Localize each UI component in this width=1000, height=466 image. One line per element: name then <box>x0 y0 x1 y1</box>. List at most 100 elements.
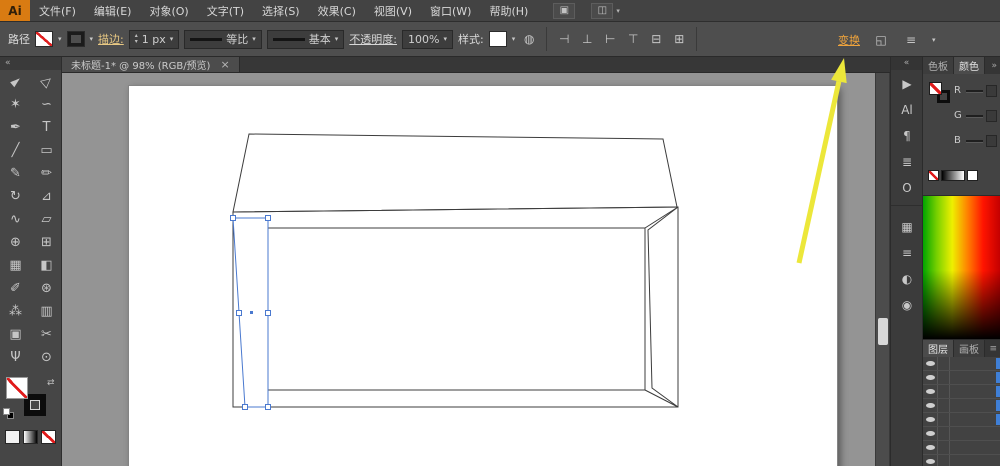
rectangle-tool[interactable]: ▭ <box>31 139 62 162</box>
pen-tool[interactable]: ✒ <box>0 116 31 139</box>
caret-icon[interactable]: ▾ <box>90 35 94 43</box>
free-transform-tool[interactable]: ▱ <box>31 208 62 231</box>
layer-row[interactable] <box>923 357 1000 371</box>
stroke-width-spinner[interactable]: ▴ ▾ <box>135 33 138 45</box>
caret-icon[interactable]: ▾ <box>443 35 447 43</box>
menu-edit[interactable]: 编辑(E) <box>85 0 141 21</box>
paintbrush-tool[interactable]: ✎ <box>0 162 31 185</box>
canvas-area[interactable] <box>62 73 875 466</box>
green-slider-track[interactable] <box>966 114 983 117</box>
green-value-field[interactable] <box>986 109 997 122</box>
grayscale-ramp[interactable] <box>941 170 965 181</box>
tab-artboards[interactable]: 画板 <box>954 340 985 357</box>
menu-select[interactable]: 选择(S) <box>253 0 309 21</box>
opacity-link[interactable]: 不透明度: <box>349 31 397 47</box>
document-grid-icon[interactable]: ▣ <box>553 2 576 19</box>
shape-builder-tool[interactable]: ⊕ <box>0 231 31 254</box>
visibility-toggle[interactable] <box>923 413 938 426</box>
envelope-right-flap[interactable] <box>647 206 679 408</box>
symbol-sprayer-tool[interactable]: ⁂ <box>0 300 31 323</box>
menu-type[interactable]: 文字(T) <box>198 0 253 21</box>
align-left-icon[interactable]: ⊣ <box>555 30 573 48</box>
pathfinder-panel-icon[interactable]: ≡ <box>891 241 923 265</box>
menu-effect[interactable]: 效果(C) <box>309 0 365 21</box>
handle-top-left[interactable] <box>230 215 236 221</box>
blue-slider[interactable]: B <box>954 128 997 153</box>
transparency-panel-icon[interactable]: ◐ <box>891 267 923 291</box>
zoom-tool[interactable]: ⊙ <box>31 346 62 369</box>
lock-toggle[interactable] <box>938 455 950 466</box>
layer-row[interactable] <box>923 399 1000 413</box>
layer-row[interactable] <box>923 385 1000 399</box>
tab-layers[interactable]: 图层 <box>923 340 954 357</box>
menu-view[interactable]: 视图(V) <box>365 0 421 21</box>
align-options-icon[interactable]: ⊞ <box>670 30 688 48</box>
eyedropper-tool[interactable]: ✐ <box>0 277 31 300</box>
recolor-artwork-icon[interactable]: ◍ <box>520 30 538 48</box>
align-top-icon[interactable]: ⊤ <box>624 30 642 48</box>
toolbar-collapse-icon[interactable]: « <box>0 57 61 70</box>
visibility-toggle[interactable] <box>923 385 938 398</box>
selection-handles[interactable] <box>230 215 271 410</box>
red-value-field[interactable] <box>986 84 997 97</box>
scale-tool[interactable]: ⊿ <box>31 185 62 208</box>
stroke-panel-link[interactable]: 描边: <box>98 31 124 47</box>
blend-tool[interactable]: ⊛ <box>31 277 62 300</box>
symbols-panel-icon[interactable]: O <box>891 176 923 200</box>
lock-toggle[interactable] <box>938 385 950 398</box>
menu-file[interactable]: 文件(F) <box>30 0 85 21</box>
visibility-toggle[interactable] <box>923 455 938 466</box>
visibility-toggle[interactable] <box>923 371 938 384</box>
collapse-panel-icon[interactable]: » <box>988 57 1000 74</box>
magic-wand-tool[interactable]: ✶ <box>0 93 31 116</box>
color-button[interactable] <box>5 430 20 444</box>
transform-link[interactable]: 变换 <box>838 32 860 48</box>
default-colors-icon[interactable] <box>3 408 15 420</box>
envelope-body[interactable] <box>232 206 679 408</box>
column-graph-tool[interactable]: ▥ <box>31 300 62 323</box>
caret-icon[interactable]: ▾ <box>932 36 936 44</box>
lock-toggle[interactable] <box>938 413 950 426</box>
selection-tool[interactable]: ► <box>0 70 31 93</box>
handle-bottom-left[interactable] <box>242 404 248 410</box>
fill-swatch[interactable] <box>6 377 28 399</box>
lock-toggle[interactable] <box>938 371 950 384</box>
caret-icon[interactable]: ▾ <box>512 35 516 43</box>
align-center-icon[interactable]: ⊥ <box>578 30 596 48</box>
none-swatch[interactable] <box>928 170 939 181</box>
visibility-toggle[interactable] <box>923 441 938 454</box>
stroke-color-swatch[interactable] <box>66 31 85 47</box>
type-tool[interactable]: T <box>31 116 62 139</box>
gradient-tool[interactable]: ◧ <box>31 254 62 277</box>
control-menu-icon[interactable]: ≡ <box>902 31 920 49</box>
app-logo[interactable]: Ai <box>0 0 30 21</box>
stroke-width-field[interactable]: ▴ ▾ 1 px ▾ <box>128 29 180 49</box>
tab-swatches[interactable]: 色板 <box>923 57 954 74</box>
rotate-tool[interactable]: ↻ <box>0 185 31 208</box>
swap-colors-icon[interactable]: ⇄ <box>47 378 55 388</box>
blue-value-field[interactable] <box>986 134 997 147</box>
spinner-down-icon[interactable]: ▾ <box>135 39 138 45</box>
red-slider[interactable]: R <box>954 78 997 103</box>
caret-icon[interactable]: ▾ <box>335 35 339 43</box>
align-right-icon[interactable]: ⊢ <box>601 30 619 48</box>
envelope-inner-rect[interactable] <box>268 227 646 391</box>
fill-color-swatch[interactable] <box>35 31 53 47</box>
lock-toggle[interactable] <box>938 357 950 370</box>
handle-top-right[interactable] <box>265 215 271 221</box>
opacity-dropdown[interactable]: 100% ▾ <box>402 29 453 49</box>
width-tool[interactable]: ∿ <box>0 208 31 231</box>
white-swatch[interactable] <box>967 170 978 181</box>
align-panel-icon[interactable]: Al <box>891 98 923 122</box>
close-tab-icon[interactable]: × <box>220 58 229 71</box>
menu-object[interactable]: 对象(O) <box>140 0 197 21</box>
handle-mid-left[interactable] <box>236 310 242 316</box>
blue-slider-track[interactable] <box>966 139 983 142</box>
lock-toggle[interactable] <box>938 399 950 412</box>
stroke-panel-icon[interactable]: ≣ <box>891 150 923 174</box>
handle-bottom-right[interactable] <box>265 404 271 410</box>
lasso-tool[interactable]: ∽ <box>31 93 62 116</box>
graphic-styles-panel-icon[interactable]: ▶ <box>891 72 923 96</box>
slice-tool[interactable]: ✂ <box>31 323 62 346</box>
visibility-toggle[interactable] <box>923 357 938 370</box>
